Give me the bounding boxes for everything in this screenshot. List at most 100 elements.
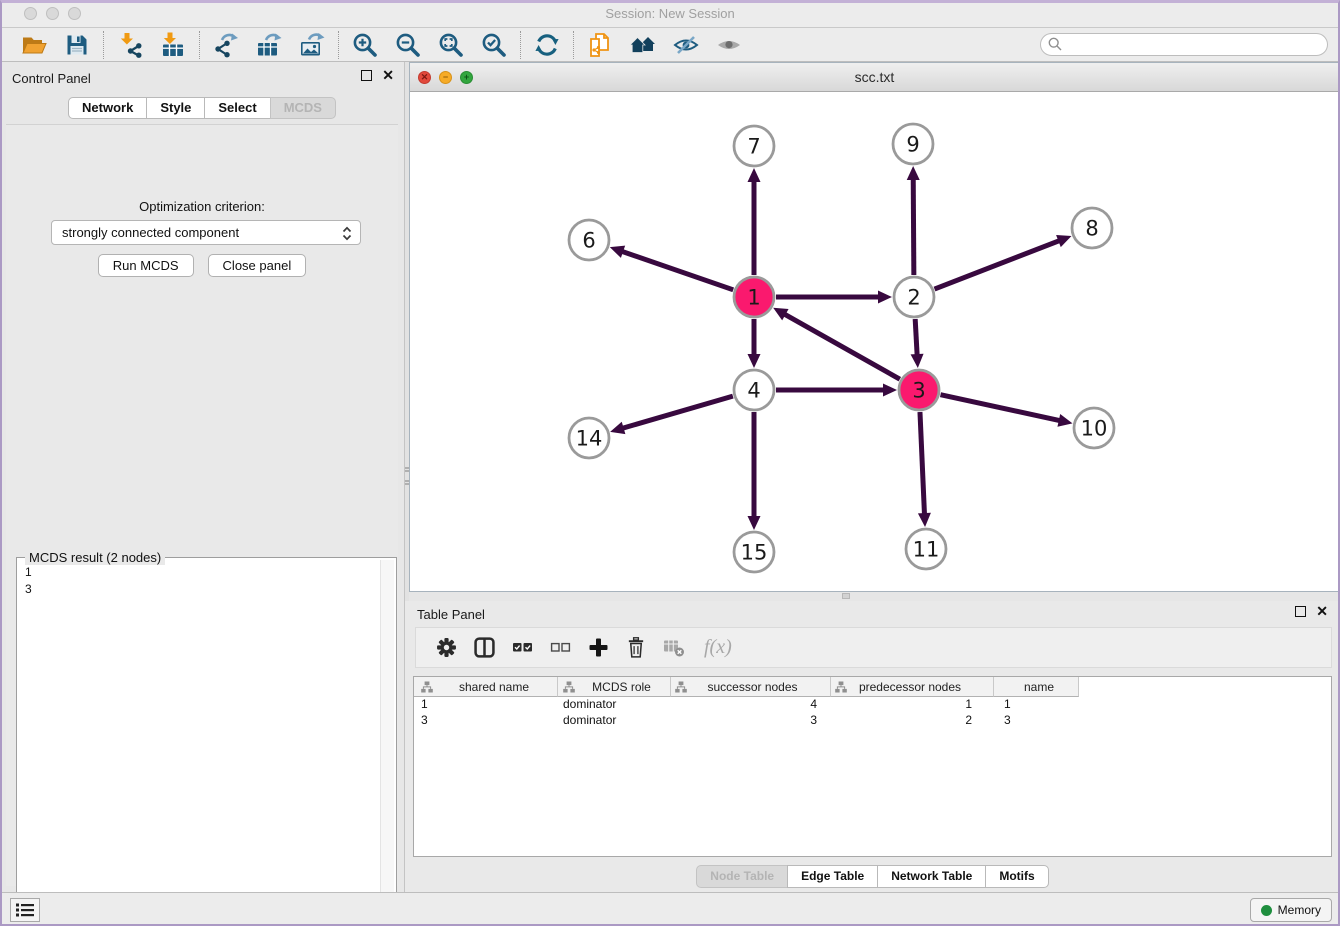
splitter-grip[interactable] bbox=[842, 593, 850, 599]
column-type-icon bbox=[675, 681, 687, 693]
graph-edge-2-3[interactable] bbox=[915, 319, 917, 356]
result-line: 3 bbox=[25, 581, 372, 598]
graph-node-11[interactable]: 11 bbox=[906, 529, 946, 569]
dropdown-stepper-icon bbox=[342, 225, 352, 242]
control-panel-title: Control Panel bbox=[12, 71, 91, 86]
graph-edge-4-14[interactable] bbox=[622, 396, 733, 428]
node-table: shared name MCDS role successor nodes pr… bbox=[413, 676, 1332, 857]
criterion-dropdown[interactable]: strongly connected component bbox=[51, 220, 361, 245]
float-panel-icon[interactable] bbox=[1295, 606, 1306, 617]
open-session-icon[interactable] bbox=[21, 32, 47, 58]
column-type-icon bbox=[563, 681, 575, 693]
table-row[interactable]: 3 dominator 3 2 3 bbox=[414, 713, 1331, 729]
graph-edge-arrowhead bbox=[907, 166, 920, 180]
graph-edge-3-10[interactable] bbox=[940, 395, 1060, 421]
cell-successor-nodes[interactable]: 3 bbox=[671, 713, 831, 729]
first-neighbors-icon[interactable] bbox=[630, 32, 656, 58]
cell-shared-name[interactable]: 3 bbox=[414, 713, 558, 729]
close-panel-icon[interactable]: ✕ bbox=[1316, 606, 1328, 617]
save-session-icon[interactable] bbox=[64, 32, 90, 58]
graph-node-1[interactable]: 1 bbox=[734, 277, 774, 317]
cell-mcds-role[interactable]: dominator bbox=[558, 697, 671, 713]
result-scrollbar[interactable] bbox=[380, 560, 394, 926]
graph-edge-arrowhead bbox=[1057, 414, 1072, 427]
delete-columns-icon[interactable] bbox=[626, 637, 646, 658]
zoom-fit-icon[interactable] bbox=[438, 32, 464, 58]
show-columns-icon[interactable] bbox=[474, 637, 495, 658]
svg-text:4: 4 bbox=[747, 379, 760, 403]
function-builder-icon[interactable]: f(x) bbox=[704, 636, 732, 659]
clone-network-icon[interactable] bbox=[587, 32, 613, 58]
export-table-icon[interactable] bbox=[256, 32, 282, 58]
cell-shared-name[interactable]: 1 bbox=[414, 697, 558, 713]
graph-edge-3-1[interactable] bbox=[784, 314, 900, 380]
table-options-icon[interactable] bbox=[436, 637, 457, 658]
select-all-columns-icon[interactable] bbox=[512, 637, 533, 658]
column-header-successor-nodes[interactable]: successor nodes bbox=[671, 677, 831, 697]
close-panel-button[interactable]: Close panel bbox=[208, 254, 307, 277]
export-image-icon[interactable] bbox=[299, 32, 325, 58]
network-canvas[interactable]: 7 9 6 8 1 2 4 3 14 10 15 11 bbox=[410, 92, 1339, 591]
graph-node-15[interactable]: 15 bbox=[734, 532, 774, 572]
tab-network-table[interactable]: Network Table bbox=[877, 865, 986, 888]
float-panel-icon[interactable] bbox=[361, 70, 372, 81]
run-mcds-button[interactable]: Run MCDS bbox=[98, 254, 194, 277]
unselect-all-columns-icon[interactable] bbox=[550, 637, 571, 658]
show-all-icon[interactable] bbox=[716, 32, 742, 58]
export-network-icon[interactable] bbox=[213, 32, 239, 58]
cell-mcds-role[interactable]: dominator bbox=[558, 713, 671, 729]
column-header-name[interactable]: name bbox=[994, 677, 1079, 697]
graph-node-10[interactable]: 10 bbox=[1074, 408, 1114, 448]
network-window-titlebar[interactable]: ✕ − + scc.txt bbox=[410, 63, 1339, 92]
graph-node-8[interactable]: 8 bbox=[1072, 208, 1112, 248]
close-panel-icon[interactable]: ✕ bbox=[382, 70, 394, 81]
optimization-criterion-label: Optimization criterion: bbox=[6, 199, 398, 214]
hide-selected-icon[interactable] bbox=[673, 32, 699, 58]
graph-node-2[interactable]: 2 bbox=[894, 277, 934, 317]
search-input[interactable] bbox=[1040, 33, 1328, 56]
graph-edge-2-8[interactable] bbox=[935, 240, 1061, 289]
tab-motifs[interactable]: Motifs bbox=[985, 865, 1048, 888]
tab-edge-table[interactable]: Edge Table bbox=[787, 865, 878, 888]
add-column-icon[interactable] bbox=[588, 637, 609, 658]
column-header-mcds-role[interactable]: MCDS role bbox=[558, 677, 671, 697]
import-table-icon[interactable] bbox=[160, 32, 186, 58]
tab-select[interactable]: Select bbox=[204, 97, 270, 119]
mcds-result-text[interactable]: 1 3 bbox=[19, 562, 378, 926]
graph-edge-1-6[interactable] bbox=[621, 251, 733, 290]
cell-predecessor-nodes[interactable]: 2 bbox=[831, 713, 994, 729]
cell-predecessor-nodes[interactable]: 1 bbox=[831, 697, 994, 713]
refresh-layout-icon[interactable] bbox=[534, 32, 560, 58]
import-network-icon[interactable] bbox=[117, 32, 143, 58]
column-header-predecessor-nodes[interactable]: predecessor nodes bbox=[831, 677, 994, 697]
graph-node-14[interactable]: 14 bbox=[569, 418, 609, 458]
horizontal-splitter[interactable] bbox=[409, 592, 1340, 601]
graph-node-9[interactable]: 9 bbox=[893, 124, 933, 164]
graph-edge-2-9[interactable] bbox=[913, 178, 914, 275]
graph-node-4[interactable]: 4 bbox=[734, 370, 774, 410]
task-history-button[interactable] bbox=[10, 898, 40, 922]
criterion-selected-value: strongly connected component bbox=[62, 225, 239, 240]
cell-name[interactable]: 1 bbox=[994, 697, 1079, 713]
graph-node-3[interactable]: 3 bbox=[899, 370, 939, 410]
svg-text:1: 1 bbox=[747, 286, 760, 310]
zoom-selected-icon[interactable] bbox=[481, 32, 507, 58]
tab-style[interactable]: Style bbox=[146, 97, 205, 119]
tab-node-table[interactable]: Node Table bbox=[696, 865, 788, 888]
table-panel: Table Panel ✕ f(x) shared name bbox=[405, 601, 1340, 892]
cell-name[interactable]: 3 bbox=[994, 713, 1079, 729]
result-line: 1 bbox=[25, 564, 372, 581]
network-view-window: ✕ − + scc.txt 7 9 6 8 1 2 4 3 14 10 15 11 bbox=[409, 62, 1340, 592]
graph-node-6[interactable]: 6 bbox=[569, 220, 609, 260]
graph-node-7[interactable]: 7 bbox=[734, 126, 774, 166]
tab-mcds[interactable]: MCDS bbox=[270, 97, 336, 119]
memory-button[interactable]: Memory bbox=[1250, 898, 1332, 922]
cell-successor-nodes[interactable]: 4 bbox=[671, 697, 831, 713]
graph-edge-3-11[interactable] bbox=[920, 412, 925, 515]
zoom-out-icon[interactable] bbox=[395, 32, 421, 58]
column-header-shared-name[interactable]: shared name bbox=[414, 677, 558, 697]
delete-table-icon[interactable] bbox=[663, 637, 685, 658]
table-row[interactable]: 1 dominator 4 1 1 bbox=[414, 697, 1331, 713]
tab-network[interactable]: Network bbox=[68, 97, 147, 119]
zoom-in-icon[interactable] bbox=[352, 32, 378, 58]
